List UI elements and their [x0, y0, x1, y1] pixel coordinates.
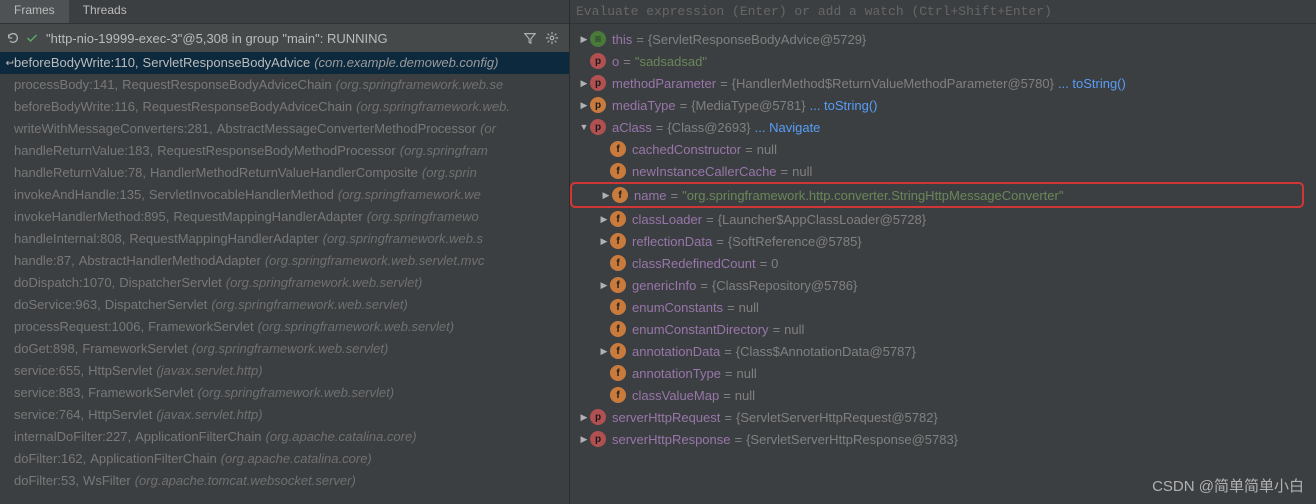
type-badge: p — [590, 431, 606, 447]
variable-row[interactable]: ▶pmethodParameter = {HandlerMethod$Retur… — [570, 72, 1316, 94]
stack-frame[interactable]: service:655,HttpServlet(javax.servlet.ht… — [0, 360, 569, 382]
variables-tree[interactable]: ▶≡this = {ServletResponseBodyAdvice@5729… — [570, 24, 1316, 504]
expand-icon[interactable]: ▶ — [578, 34, 590, 45]
expand-icon[interactable]: ▶ — [578, 100, 590, 111]
variable-row[interactable]: ▼paClass = {Class@2693}... Navigate — [570, 116, 1316, 138]
expand-icon[interactable]: ▶ — [578, 78, 590, 89]
frames-panel: Frames Threads "http-nio-19999-exec-3"@5… — [0, 0, 570, 504]
stack-list[interactable]: beforeBodyWrite:110,ServletResponseBodyA… — [0, 52, 569, 504]
stack-frame[interactable]: handleInternal:808,RequestMappingHandler… — [0, 228, 569, 250]
type-badge: ≡ — [590, 31, 606, 47]
variables-panel: Evaluate expression (Enter) or add a wat… — [570, 0, 1316, 504]
expand-icon[interactable]: ▶ — [600, 190, 612, 201]
highlighted-row: ▶fname = "org.springframework.http.conve… — [570, 182, 1304, 208]
variable-row[interactable]: ▶pserverHttpResponse = {ServletServerHtt… — [570, 428, 1316, 450]
type-badge: p — [590, 97, 606, 113]
variable-row[interactable]: ▶fname = "org.springframework.http.conve… — [572, 184, 1302, 206]
action-link[interactable]: ... toString() — [810, 98, 878, 113]
thread-label[interactable]: "http-nio-19999-exec-3"@5,308 in group "… — [44, 31, 523, 46]
thread-bar: "http-nio-19999-exec-3"@5,308 in group "… — [0, 24, 569, 52]
stack-frame[interactable]: doService:963,DispatcherServlet(org.spri… — [0, 294, 569, 316]
type-badge: f — [610, 365, 626, 381]
expand-icon[interactable]: ▶ — [598, 280, 610, 291]
type-badge: p — [590, 119, 606, 135]
filter-icon[interactable] — [523, 31, 543, 45]
stack-frame[interactable]: handleReturnValue:183,RequestResponseBod… — [0, 140, 569, 162]
settings-icon[interactable] — [545, 31, 565, 45]
stack-frame[interactable]: doDispatch:1070,DispatcherServlet(org.sp… — [0, 272, 569, 294]
expand-icon[interactable]: ▶ — [598, 346, 610, 357]
collapse-icon[interactable]: ▼ — [578, 122, 590, 132]
expand-icon[interactable]: ▶ — [598, 214, 610, 225]
type-badge: p — [590, 409, 606, 425]
variable-row[interactable]: ▶pserverHttpRequest = {ServletServerHttp… — [570, 406, 1316, 428]
type-badge: f — [610, 387, 626, 403]
variable-row[interactable]: fclassRedefinedCount = 0 — [570, 252, 1316, 274]
variable-row[interactable]: po = "sadsadsad" — [570, 50, 1316, 72]
stack-frame[interactable]: invokeAndHandle:135,ServletInvocableHand… — [0, 184, 569, 206]
variable-row[interactable]: fannotationType = null — [570, 362, 1316, 384]
expand-icon[interactable]: ▶ — [578, 434, 590, 445]
variable-row[interactable]: ▶fclassLoader = {Launcher$AppClassLoader… — [570, 208, 1316, 230]
variable-row[interactable]: ▶fgenericInfo = {ClassRepository@5786} — [570, 274, 1316, 296]
expand-icon[interactable]: ▶ — [578, 412, 590, 423]
type-badge: f — [610, 163, 626, 179]
stack-frame[interactable]: doGet:898,FrameworkServlet(org.springfra… — [0, 338, 569, 360]
eval-expression-input[interactable]: Evaluate expression (Enter) or add a wat… — [570, 0, 1316, 24]
variable-row[interactable]: ▶≡this = {ServletResponseBodyAdvice@5729… — [570, 28, 1316, 50]
variable-row[interactable]: ▶freflectionData = {SoftReference@5785} — [570, 230, 1316, 252]
type-badge: f — [610, 211, 626, 227]
variable-row[interactable]: ▶fannotationData = {Class$AnnotationData… — [570, 340, 1316, 362]
stack-frame[interactable]: service:764,HttpServlet(javax.servlet.ht… — [0, 404, 569, 426]
action-link[interactable]: ... toString() — [1058, 76, 1126, 91]
variable-row[interactable]: fenumConstants = null — [570, 296, 1316, 318]
tab-frames[interactable]: Frames — [0, 0, 69, 23]
stack-frame[interactable]: handleReturnValue:78,HandlerMethodReturn… — [0, 162, 569, 184]
variable-row[interactable]: fclassValueMap = null — [570, 384, 1316, 406]
type-badge: p — [590, 75, 606, 91]
type-badge: p — [590, 53, 606, 69]
type-badge: f — [610, 321, 626, 337]
tab-threads[interactable]: Threads — [69, 0, 141, 23]
refresh-icon[interactable] — [6, 31, 22, 45]
variable-row[interactable]: fenumConstantDirectory = null — [570, 318, 1316, 340]
variable-row[interactable]: fcachedConstructor = null — [570, 138, 1316, 160]
watermark: CSDN @简单简单小白 — [1152, 475, 1304, 496]
action-link[interactable]: ... Navigate — [755, 120, 821, 135]
type-badge: f — [610, 277, 626, 293]
variable-row[interactable]: ▶pmediaType = {MediaType@5781}... toStri… — [570, 94, 1316, 116]
type-badge: f — [610, 141, 626, 157]
stack-frame[interactable]: processRequest:1006,FrameworkServlet(org… — [0, 316, 569, 338]
stack-frame[interactable]: invokeHandlerMethod:895,RequestMappingHa… — [0, 206, 569, 228]
stack-frame[interactable]: beforeBodyWrite:116,RequestResponseBodyA… — [0, 96, 569, 118]
type-badge: f — [610, 233, 626, 249]
stack-frame[interactable]: handle:87,AbstractHandlerMethodAdapter(o… — [0, 250, 569, 272]
stack-frame[interactable]: processBody:141,RequestResponseBodyAdvic… — [0, 74, 569, 96]
stack-frame[interactable]: internalDoFilter:227,ApplicationFilterCh… — [0, 426, 569, 448]
check-icon — [26, 32, 42, 44]
tabs: Frames Threads — [0, 0, 569, 24]
type-badge: f — [610, 255, 626, 271]
return-icon — [4, 58, 14, 68]
stack-frame[interactable]: doFilter:53,WsFilter(org.apache.tomcat.w… — [0, 470, 569, 492]
type-badge: f — [612, 187, 628, 203]
stack-frame[interactable]: beforeBodyWrite:110,ServletResponseBodyA… — [0, 52, 569, 74]
stack-frame[interactable]: writeWithMessageConverters:281,AbstractM… — [0, 118, 569, 140]
expand-icon[interactable]: ▶ — [598, 236, 610, 247]
variable-row[interactable]: fnewInstanceCallerCache = null — [570, 160, 1316, 182]
type-badge: f — [610, 299, 626, 315]
type-badge: f — [610, 343, 626, 359]
stack-frame[interactable]: service:883,FrameworkServlet(org.springf… — [0, 382, 569, 404]
stack-frame[interactable]: doFilter:162,ApplicationFilterChain(org.… — [0, 448, 569, 470]
